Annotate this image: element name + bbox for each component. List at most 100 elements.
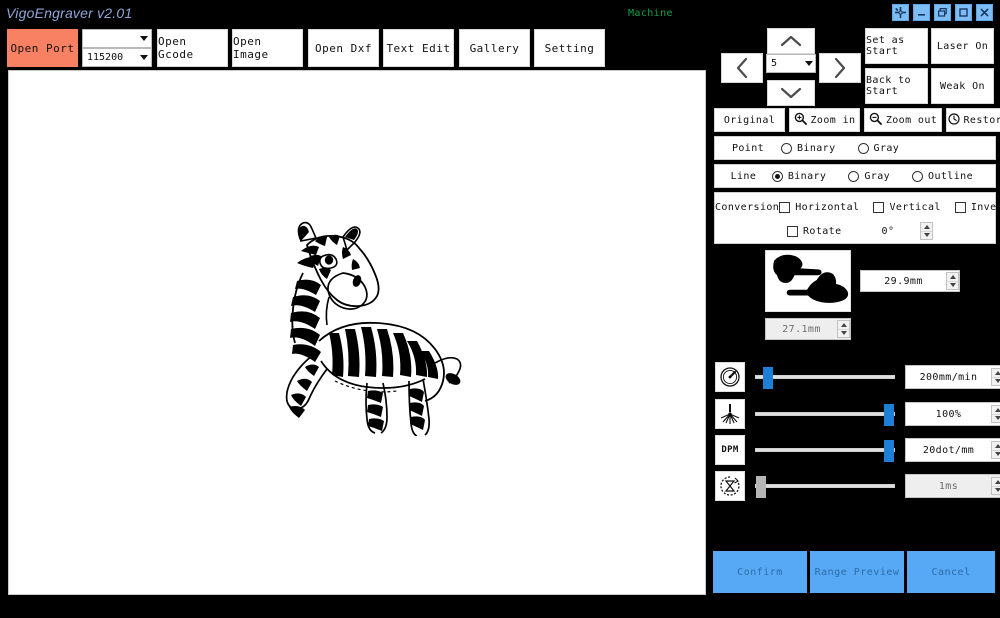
original-view-button[interactable]: Original [714, 108, 785, 132]
confirm-button[interactable]: Confirm [713, 551, 807, 593]
gallery-button[interactable]: Gallery [459, 29, 530, 67]
cancel-button[interactable]: Cancel [907, 551, 995, 593]
image-width-stepper[interactable] [837, 320, 850, 338]
power-value-field[interactable]: 100% [905, 402, 1000, 426]
power-stepper[interactable] [991, 405, 1000, 423]
image-thumbnail[interactable] [765, 250, 851, 312]
zoom-out-button[interactable]: Zoom out [864, 108, 942, 132]
view-controls: Original Zoom in Zoom out Restore [714, 108, 1000, 132]
jog-step-select[interactable]: 5 [766, 54, 816, 73]
port-settings-group: 115200 [82, 29, 152, 67]
time-slider-track[interactable] [755, 476, 895, 498]
power-slider-track[interactable] [755, 404, 895, 426]
line-outline-radio[interactable]: Outline [912, 170, 973, 182]
baud-rate-select[interactable]: 115200 [82, 48, 152, 67]
jog-up-button[interactable] [767, 28, 815, 54]
power-value: 100% [935, 408, 962, 420]
main-toolbar: Open Port 115200 Open Gcode Open Image O… [0, 26, 708, 70]
checkbox-icon [873, 201, 885, 213]
inverse-checkbox[interactable]: Inverse [954, 201, 1000, 213]
jog-down-button[interactable] [767, 80, 815, 106]
weak-on-button[interactable]: Weak On [931, 68, 994, 104]
setting-button[interactable]: Setting [534, 29, 605, 67]
zoom-in-icon [794, 112, 807, 128]
speed-slider-track[interactable] [755, 367, 895, 389]
line-binary-radio[interactable]: Binary [771, 170, 827, 182]
dpm-icon-label: DPM [721, 445, 739, 455]
machine-status-label: Machine [628, 8, 673, 19]
minimize-icon[interactable] [913, 4, 930, 21]
time-slider-thumb[interactable] [756, 476, 766, 498]
power-slider-thumb[interactable] [884, 404, 895, 426]
back-to-start-button[interactable]: Back to Start [865, 68, 928, 104]
chevron-down-icon [803, 55, 815, 72]
open-gcode-button[interactable]: Open Gcode [157, 29, 228, 67]
time-stepper[interactable] [991, 477, 1000, 495]
point-gray-label: Gray [873, 142, 900, 154]
chevron-down-icon [137, 30, 151, 47]
range-preview-button[interactable]: Range Preview [810, 551, 904, 593]
zoom-out-label: Zoom out [885, 114, 938, 126]
maximize-icon[interactable] [955, 4, 972, 21]
speed-slider-thumb[interactable] [762, 367, 773, 389]
speed-value-field[interactable]: 200mm/min [905, 365, 1000, 389]
set-as-start-button[interactable]: Set as Start [865, 28, 928, 64]
restore-label: Restore [963, 114, 1000, 126]
horizontal-label: Horizontal [795, 201, 860, 213]
line-binary-label: Binary [787, 170, 827, 182]
laser-power-icon [715, 399, 745, 429]
time-slider-row: 1ms [708, 471, 1000, 501]
jog-right-button[interactable] [819, 53, 861, 83]
zebra-artwork[interactable] [257, 211, 477, 436]
image-height-stepper[interactable] [946, 272, 959, 290]
vigoengraver-window: VigoEngraver v2.01 Machine Open Port 115… [0, 0, 1000, 618]
jog-left-button[interactable] [721, 53, 763, 83]
restore-icon [947, 112, 960, 128]
rotate-checkbox[interactable]: Rotate [787, 225, 842, 237]
restore-view-button[interactable]: Restore [946, 108, 1000, 132]
gear-icon[interactable] [892, 4, 909, 21]
radio-circle-icon [848, 170, 860, 182]
open-port-button[interactable]: Open Port [7, 29, 78, 67]
conversion-label: Conversion [715, 201, 780, 213]
design-canvas[interactable] [8, 70, 706, 595]
parameter-sliders: 200mm/min 100% DPM 20dot/mm 1ms [708, 362, 1000, 524]
dpm-value-field[interactable]: 20dot/mm [905, 438, 1000, 462]
baud-rate-value: 115200 [87, 52, 124, 63]
time-value-field[interactable]: 1ms [905, 474, 1000, 498]
line-gray-label: Gray [864, 170, 891, 182]
speed-stepper[interactable] [991, 368, 1000, 386]
radio-circle-icon [857, 142, 869, 154]
dpm-slider-row: DPM 20dot/mm [708, 435, 1000, 465]
laser-on-button[interactable]: Laser On [931, 28, 994, 64]
open-image-button[interactable]: Open Image [232, 29, 303, 67]
dpm-stepper[interactable] [991, 441, 1000, 459]
rotate-stepper[interactable] [920, 222, 934, 240]
image-preview-area: 29.9mm 27.1mm [708, 250, 1000, 350]
image-width-field[interactable]: 27.1mm [765, 318, 851, 340]
chevron-down-icon [137, 49, 151, 66]
dpm-slider-track[interactable] [755, 440, 895, 462]
restore-icon[interactable] [934, 4, 951, 21]
window-controls [892, 4, 993, 21]
horizontal-checkbox[interactable]: Horizontal [779, 201, 860, 213]
image-height-value: 29.9mm [884, 275, 923, 287]
open-dxf-button[interactable]: Open Dxf [308, 29, 379, 67]
rotate-value: 0° [881, 225, 895, 237]
zoom-in-button[interactable]: Zoom in [789, 108, 860, 132]
radio-circle-selected-icon [771, 170, 783, 182]
point-gray-radio[interactable]: Gray [857, 142, 900, 154]
dpm-icon: DPM [715, 435, 745, 465]
line-mode-label: Line [730, 170, 757, 182]
point-binary-radio[interactable]: Binary [781, 142, 836, 154]
line-outline-label: Outline [928, 170, 973, 182]
close-icon[interactable] [976, 4, 993, 21]
line-gray-radio[interactable]: Gray [848, 170, 891, 182]
text-edit-button[interactable]: Text Edit [383, 29, 454, 67]
serial-port-select[interactable] [82, 29, 152, 48]
radio-circle-icon [781, 142, 792, 154]
dpm-slider-thumb[interactable] [884, 440, 895, 462]
vertical-checkbox[interactable]: Vertical [873, 201, 940, 213]
zoom-in-label: Zoom in [810, 114, 856, 126]
image-height-field[interactable]: 29.9mm [860, 270, 960, 292]
